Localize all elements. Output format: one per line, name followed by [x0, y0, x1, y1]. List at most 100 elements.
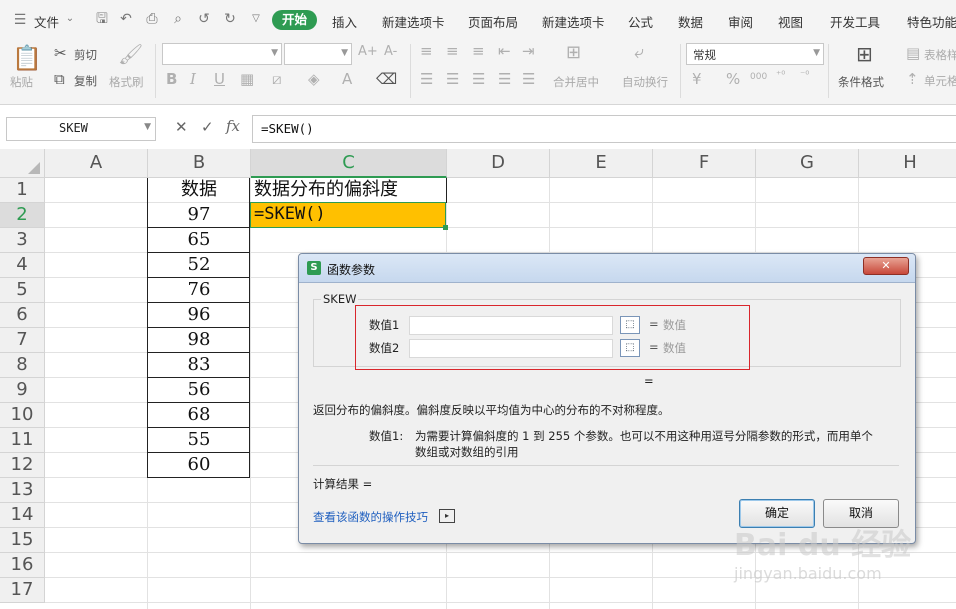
- italic-button[interactable]: I: [190, 70, 196, 88]
- dialog-titlebar[interactable]: S 函数参数 ✕: [299, 254, 915, 283]
- currency-button[interactable]: ¥: [692, 70, 702, 88]
- indent-left-icon[interactable]: ⇤: [498, 42, 511, 60]
- print-preview-icon[interactable]: ⌕: [170, 11, 186, 27]
- align-middle-icon[interactable]: ≡: [446, 42, 459, 60]
- row-header-7[interactable]: 7: [0, 328, 45, 353]
- redo-icon[interactable]: ↻: [222, 11, 238, 27]
- percent-button[interactable]: %: [726, 70, 740, 88]
- row-header-6[interactable]: 6: [0, 303, 45, 328]
- font-grow-icon[interactable]: A+: [358, 44, 378, 59]
- formula-input[interactable]: =SKEW(): [252, 115, 956, 143]
- row-header-10[interactable]: 10: [0, 403, 45, 428]
- undo-history-icon[interactable]: ↶: [118, 11, 134, 27]
- tab-page-layout[interactable]: 页面布局: [468, 12, 518, 31]
- active-cell-c2[interactable]: =SKEW(): [250, 202, 448, 230]
- font-shrink-icon[interactable]: A-: [384, 44, 397, 59]
- paste-icon[interactable]: 📋: [12, 44, 42, 72]
- confirm-icon[interactable]: ✓: [201, 118, 214, 136]
- paste-button[interactable]: 粘贴: [10, 74, 33, 90]
- tab-new-1[interactable]: 新建选项卡: [382, 12, 445, 31]
- font-color-icon[interactable]: A: [342, 70, 352, 88]
- fill-color-icon[interactable]: ◈: [308, 70, 320, 88]
- tab-developer[interactable]: 开发工具: [830, 12, 880, 31]
- save-icon[interactable]: 🖫: [94, 11, 110, 27]
- tab-start[interactable]: 开始: [272, 10, 318, 30]
- underline-button[interactable]: U: [214, 70, 225, 88]
- tab-formulas[interactable]: 公式: [628, 12, 653, 31]
- cell-b2[interactable]: 97: [148, 203, 250, 228]
- scissors-icon[interactable]: ✂: [54, 44, 67, 62]
- merge-center-icon[interactable]: ⊞: [566, 42, 581, 63]
- column-header-a[interactable]: A: [45, 149, 148, 178]
- bold-button[interactable]: B: [166, 70, 177, 88]
- tab-insert[interactable]: 插入: [332, 12, 357, 31]
- column-header-b[interactable]: B: [148, 149, 251, 178]
- param1-input[interactable]: [409, 316, 613, 335]
- cell-button[interactable]: 单元格: [924, 73, 956, 89]
- chevron-down-icon[interactable]: ▼: [144, 122, 151, 132]
- align-left-icon[interactable]: ☰: [420, 70, 433, 88]
- row-header-9[interactable]: 9: [0, 378, 45, 403]
- tab-view[interactable]: 视图: [778, 12, 803, 31]
- justify-icon[interactable]: ☰: [498, 70, 511, 88]
- indent-right-icon[interactable]: ⇥: [522, 42, 535, 60]
- cell-b5[interactable]: 76: [148, 278, 250, 303]
- format-painter-icon[interactable]: 🖌: [118, 42, 143, 66]
- row-header-8[interactable]: 8: [0, 353, 45, 378]
- name-box[interactable]: SKEW ▼: [6, 117, 156, 141]
- table-style-button[interactable]: 表格样: [924, 47, 956, 63]
- align-top-icon[interactable]: ≡: [420, 42, 433, 60]
- font-name-combo[interactable]: ▼: [162, 43, 282, 65]
- row-header-5[interactable]: 5: [0, 278, 45, 303]
- row-header-14[interactable]: 14: [0, 503, 45, 528]
- cell-b11[interactable]: 55: [148, 428, 250, 453]
- conditional-format-button[interactable]: 条件格式: [838, 74, 884, 90]
- chevron-down-icon[interactable]: ⌄: [62, 11, 78, 27]
- row-header-15[interactable]: 15: [0, 528, 45, 553]
- cell-b10[interactable]: 68: [148, 403, 250, 428]
- align-center-icon[interactable]: ☰: [446, 70, 459, 88]
- column-header-c[interactable]: C: [251, 149, 447, 178]
- cut-button[interactable]: 剪切: [74, 47, 97, 63]
- font-size-combo[interactable]: ▼: [284, 43, 352, 65]
- row-header-13[interactable]: 13: [0, 478, 45, 503]
- format-painter-button[interactable]: 格式刷: [109, 74, 144, 90]
- close-button[interactable]: ✕: [863, 257, 909, 275]
- tab-data[interactable]: 数据: [678, 12, 703, 31]
- conditional-format-icon[interactable]: ⊞: [856, 42, 873, 66]
- param2-input[interactable]: [409, 339, 613, 358]
- video-play-icon[interactable]: ▸: [439, 509, 455, 523]
- cell-b7[interactable]: 98: [148, 328, 250, 353]
- row-header-2[interactable]: 2: [0, 203, 45, 228]
- cell-b4[interactable]: 52: [148, 253, 250, 278]
- column-header-g[interactable]: G: [756, 149, 859, 178]
- cancel-icon[interactable]: ✕: [175, 118, 188, 136]
- undo-icon[interactable]: ↺: [196, 11, 212, 27]
- row-header-17[interactable]: 17: [0, 578, 45, 603]
- file-menu[interactable]: 文件: [34, 12, 59, 31]
- merge-center-button[interactable]: 合并居中: [553, 74, 599, 90]
- insert-function-icon[interactable]: fx: [226, 117, 240, 135]
- range-select-icon[interactable]: ⬚: [620, 316, 640, 334]
- row-header-3[interactable]: 3: [0, 228, 45, 253]
- distribute-icon[interactable]: ☰: [522, 70, 535, 88]
- tab-features[interactable]: 特色功能: [907, 12, 956, 31]
- thousands-button[interactable]: 000: [750, 72, 767, 82]
- row-header-16[interactable]: 16: [0, 553, 45, 578]
- table-style-icon[interactable]: ▤: [906, 44, 920, 62]
- cell-b12[interactable]: 60: [148, 453, 250, 478]
- align-bottom-icon[interactable]: ≡: [472, 42, 485, 60]
- row-header-11[interactable]: 11: [0, 428, 45, 453]
- range-select-icon[interactable]: ⬚: [620, 339, 640, 357]
- number-format-combo[interactable]: 常规 ▼: [686, 43, 824, 65]
- cell-b8[interactable]: 83: [148, 353, 250, 378]
- fill-handle[interactable]: [443, 225, 448, 230]
- column-header-h[interactable]: H: [859, 149, 956, 178]
- copy-icon[interactable]: ⧉: [54, 70, 65, 88]
- cell-b6[interactable]: 96: [148, 303, 250, 328]
- print-icon[interactable]: ⎙: [144, 11, 160, 27]
- align-right-icon[interactable]: ☰: [472, 70, 485, 88]
- fill-pattern-icon[interactable]: ⧄: [272, 70, 282, 88]
- row-header-12[interactable]: 12: [0, 453, 45, 478]
- row-header-4[interactable]: 4: [0, 253, 45, 278]
